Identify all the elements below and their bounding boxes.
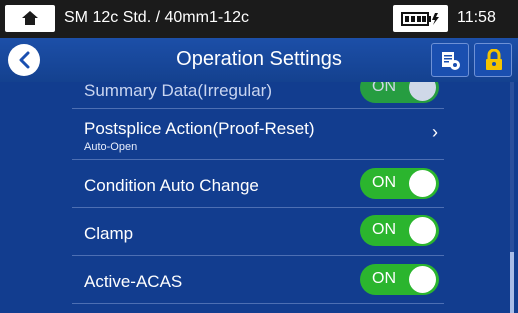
toggle-state: ON (372, 270, 396, 287)
toggle-knob (409, 170, 436, 197)
clock: 11:58 (457, 9, 496, 26)
battery-icon (401, 12, 439, 26)
setting-label: Postsplice Action(Proof-Reset) (84, 119, 315, 138)
lock-icon (486, 49, 502, 70)
toggle-state: ON (372, 174, 396, 191)
header-bar: Operation Settings (0, 38, 518, 82)
toggle-knob (409, 217, 436, 244)
scrollbar-thumb[interactable] (510, 252, 514, 313)
toggle-state: ON (372, 221, 396, 238)
setting-label: Summary Data(Irregular) (84, 81, 272, 100)
setting-row-clamp[interactable]: Clamp ON (72, 208, 444, 256)
scrollbar[interactable] (510, 82, 514, 313)
toggle-knob (409, 266, 436, 293)
content-area: Summary Data(Irregular) ON Postsplice Ac… (0, 38, 518, 313)
setting-row-active-acas[interactable]: Active-ACAS ON (72, 256, 444, 304)
chevron-right-icon: › (432, 122, 438, 142)
setting-row-condition-auto-change[interactable]: Condition Auto Change ON (72, 160, 444, 208)
settings-list-icon (442, 52, 460, 70)
active-acas-toggle[interactable]: ON (360, 264, 439, 295)
battery-indicator (393, 5, 448, 32)
lock-button[interactable] (474, 43, 512, 77)
clamp-toggle[interactable]: ON (360, 215, 439, 246)
settings-list-button[interactable] (431, 43, 469, 77)
home-button[interactable] (5, 5, 55, 32)
setting-row-postsplice-action[interactable]: Postsplice Action(Proof-Reset) Auto-Open… (72, 109, 444, 160)
splice-recipe-name: SM 12c Std. / 40mm1-12c (64, 9, 249, 26)
setting-label: Condition Auto Change (84, 176, 259, 195)
setting-label: Active-ACAS (84, 272, 183, 291)
status-bar: SM 12c Std. / 40mm1-12c 11:58 (0, 0, 518, 38)
setting-label: Clamp (84, 224, 134, 243)
condition-auto-change-toggle[interactable]: ON (360, 168, 439, 199)
setting-value: Auto-Open (84, 141, 138, 153)
home-icon (22, 11, 38, 25)
